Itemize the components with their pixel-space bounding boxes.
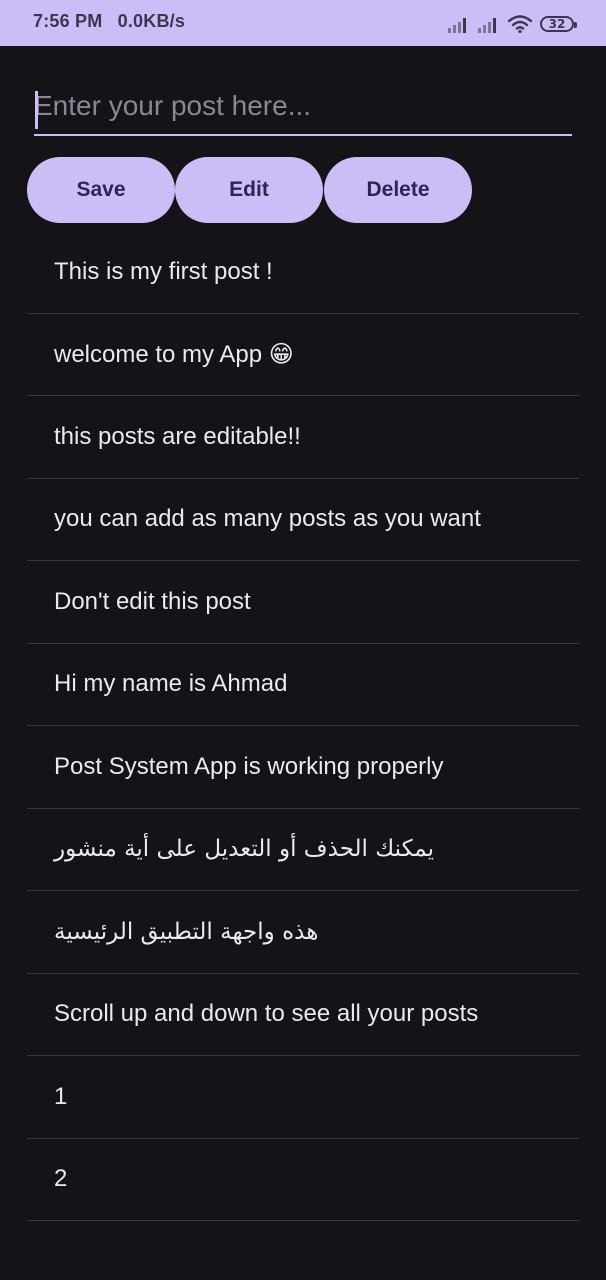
battery-icon: 32 [540,16,577,32]
status-left: 7:56 PM 0.0KB/s [33,11,185,32]
post-item[interactable]: Don't edit this post [27,561,579,644]
status-time: 7:56 PM [33,11,103,31]
post-item[interactable]: 1 [27,1056,579,1139]
signal-icon [478,15,500,33]
post-item[interactable]: يمكنك الحذف أو التعديل على أية منشور [27,809,579,891]
post-input[interactable] [34,84,572,136]
save-button[interactable]: Save [27,157,175,223]
post-item[interactable]: Post System App is working properly [27,726,579,809]
post-item[interactable]: هذه واجهة التطبيق الرئيسية [27,891,579,974]
wifi-icon [508,15,532,33]
post-item[interactable]: Hi my name is Ahmad [27,644,579,726]
status-bar: 7:56 PM 0.0KB/s 32 [0,0,606,46]
text-caret [35,91,38,129]
post-item[interactable]: this posts are editable!! [27,396,579,479]
post-item[interactable]: welcome to my App 😁 [27,314,579,396]
edit-button[interactable]: Edit [175,157,323,223]
delete-button[interactable]: Delete [324,157,472,223]
post-item[interactable]: you can add as many posts as you want [27,479,579,561]
status-icons: 32 [448,14,577,34]
network-speed: 0.0KB/s [117,11,186,31]
post-item[interactable]: This is my first post ! [27,231,579,314]
battery-level: 32 [548,17,566,31]
post-item[interactable]: Scroll up and down to see all your posts [27,974,579,1056]
post-item[interactable]: 2 [27,1139,579,1221]
post-list: This is my first post ! welcome to my Ap… [27,231,579,1221]
signal-icon [448,15,470,33]
